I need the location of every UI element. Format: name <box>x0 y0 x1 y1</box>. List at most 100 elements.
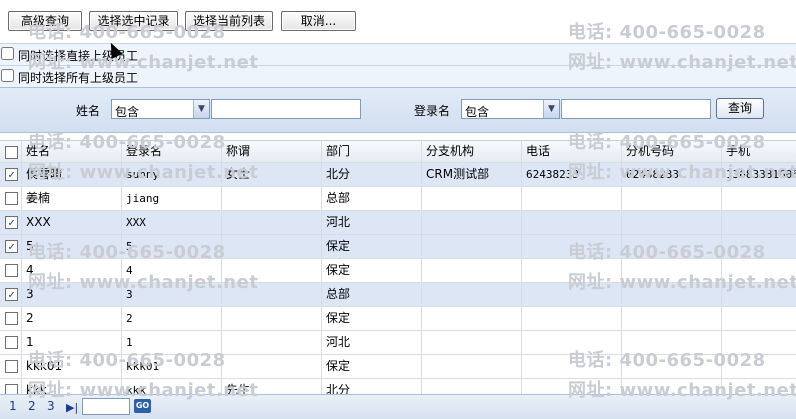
chevron-down-icon[interactable]: ▼ <box>543 100 559 118</box>
cell-login: 2 <box>122 307 222 330</box>
col-branch[interactable]: 分支机构 <box>422 141 522 162</box>
cell-login: 4 <box>122 259 222 282</box>
cell-name: XXX <box>22 211 122 234</box>
cell-name: 姜楠 <box>22 187 122 210</box>
page-3-link[interactable]: 3 <box>47 399 55 413</box>
page-2-link[interactable]: 2 <box>28 399 36 413</box>
cell-dept: 保定 <box>322 355 422 378</box>
login-operator-select[interactable]: 包含 ▼ <box>461 99 560 119</box>
cell-login: jiang <box>122 187 222 210</box>
page-1-link[interactable]: 1 <box>9 399 17 413</box>
direct-superior-checkbox[interactable] <box>1 47 14 60</box>
cell-phone: 62438233 <box>522 163 622 186</box>
last-page-icon[interactable]: ▶| <box>66 401 78 414</box>
cell-title <box>222 355 322 378</box>
cell-mobile <box>722 283 796 306</box>
employee-grid: 姓名 登录名 称谓 部门 分支机构 电话 分机号码 手机 ✓ 侯雪晴 sunny 女士… <box>0 140 796 403</box>
col-ext[interactable]: 分机号码 <box>622 141 722 162</box>
cell-phone <box>522 331 622 354</box>
name-operator-select[interactable]: 包含 ▼ <box>111 99 210 119</box>
cell-dept: 河北 <box>322 211 422 234</box>
cell-login: XXX <box>122 211 222 234</box>
cell-login: 5 <box>122 235 222 258</box>
name-input[interactable] <box>211 99 361 119</box>
cell-phone <box>522 355 622 378</box>
search-bar: 姓名 包含 ▼ 登录名 包含 ▼ 查询 <box>0 87 796 133</box>
all-superiors-checkbox[interactable] <box>1 69 14 82</box>
grid-header: 姓名 登录名 称谓 部门 分支机构 电话 分机号码 手机 <box>0 140 796 163</box>
name-label: 姓名 <box>76 104 101 118</box>
select-list-button[interactable]: 选择当前列表 <box>185 11 273 31</box>
cell-title <box>222 259 322 282</box>
login-input[interactable] <box>561 99 711 119</box>
cell-dept: 保定 <box>322 235 422 258</box>
cell-phone <box>522 259 622 282</box>
col-title[interactable]: 称谓 <box>222 141 322 162</box>
cell-mobile <box>722 235 796 258</box>
cell-title <box>222 235 322 258</box>
direct-superior-label: 同时选择直接上级员工 <box>18 49 139 63</box>
cell-title <box>222 331 322 354</box>
cell-phone <box>522 283 622 306</box>
cell-mobile <box>722 331 796 354</box>
pager: 1 2 3 ▶| GO <box>0 394 796 419</box>
table-row[interactable]: ✓ 3 3 总部 <box>0 283 796 307</box>
cell-branch <box>422 283 522 306</box>
table-row[interactable]: ✓ XXX XXX 河北 <box>0 211 796 235</box>
cell-branch <box>422 307 522 330</box>
row-checkbox[interactable]: ✓ <box>5 288 18 301</box>
row-checkbox[interactable] <box>5 360 18 373</box>
cell-branch <box>422 235 522 258</box>
cell-mobile <box>722 187 796 210</box>
table-row[interactable]: ✓ 侯雪晴 sunny 女士 北分 CRM测试部 62438233 62438233 13683… <box>0 163 796 187</box>
cell-branch <box>422 355 522 378</box>
cell-branch <box>422 211 522 234</box>
cell-phone <box>522 307 622 330</box>
row-checkbox[interactable] <box>5 336 18 349</box>
cell-dept: 保定 <box>322 259 422 282</box>
select-checked-button[interactable]: 选择选中记录 <box>89 11 178 31</box>
cell-mobile: 13683381606 <box>726 168 796 181</box>
cell-login: kkk01 <box>122 355 222 378</box>
cell-phone <box>522 187 622 210</box>
col-dept[interactable]: 部门 <box>322 141 422 162</box>
row-checkbox[interactable]: ✓ <box>5 168 18 181</box>
row-checkbox[interactable] <box>5 264 18 277</box>
cancel-button[interactable]: 取消... <box>281 11 356 31</box>
cell-branch <box>422 331 522 354</box>
advanced-query-button[interactable]: 高级查询 <box>8 11 82 31</box>
select-all-checkbox[interactable] <box>5 146 18 159</box>
query-button[interactable]: 查询 <box>716 98 764 119</box>
table-row[interactable]: 姜楠 jiang 总部 <box>0 187 796 211</box>
cell-branch: CRM测试部 <box>422 163 522 186</box>
cell-name: 3 <box>22 283 122 306</box>
table-row[interactable]: ✓ 5 5 保定 <box>0 235 796 259</box>
cell-dept: 保定 <box>322 307 422 330</box>
row-checkbox[interactable] <box>5 192 18 205</box>
chevron-down-icon[interactable]: ▼ <box>193 100 209 118</box>
col-mobile[interactable]: 手机 <box>722 141 796 162</box>
cell-name: 侯雪晴 <box>22 163 122 186</box>
col-name[interactable]: 姓名 <box>22 141 122 162</box>
go-button[interactable]: GO <box>134 399 151 413</box>
cell-mobile <box>722 355 796 378</box>
table-row[interactable]: 4 4 保定 <box>0 259 796 283</box>
table-row[interactable]: 2 2 保定 <box>0 307 796 331</box>
row-checkbox[interactable]: ✓ <box>5 240 18 253</box>
col-phone[interactable]: 电话 <box>522 141 622 162</box>
login-operator-value: 包含 <box>465 105 490 119</box>
cell-dept: 总部 <box>322 283 422 306</box>
row-checkbox[interactable]: ✓ <box>5 216 18 229</box>
col-login[interactable]: 登录名 <box>122 141 222 162</box>
all-superiors-label: 同时选择所有上级员工 <box>18 71 139 85</box>
page-number-input[interactable] <box>82 398 130 415</box>
option-direct-superior[interactable]: 同时选择直接上级员工 <box>0 43 796 66</box>
table-row[interactable]: kkk01 kkk01 保定 <box>0 355 796 379</box>
cell-ext <box>622 235 722 258</box>
cell-branch <box>422 187 522 210</box>
table-row[interactable]: 1 1 河北 <box>0 331 796 355</box>
toolbar: 高级查询 选择选中记录 选择当前列表 取消... <box>0 0 796 36</box>
cell-name: 4 <box>22 259 122 282</box>
row-checkbox[interactable] <box>5 312 18 325</box>
option-all-superiors[interactable]: 同时选择所有上级员工 <box>0 65 796 88</box>
